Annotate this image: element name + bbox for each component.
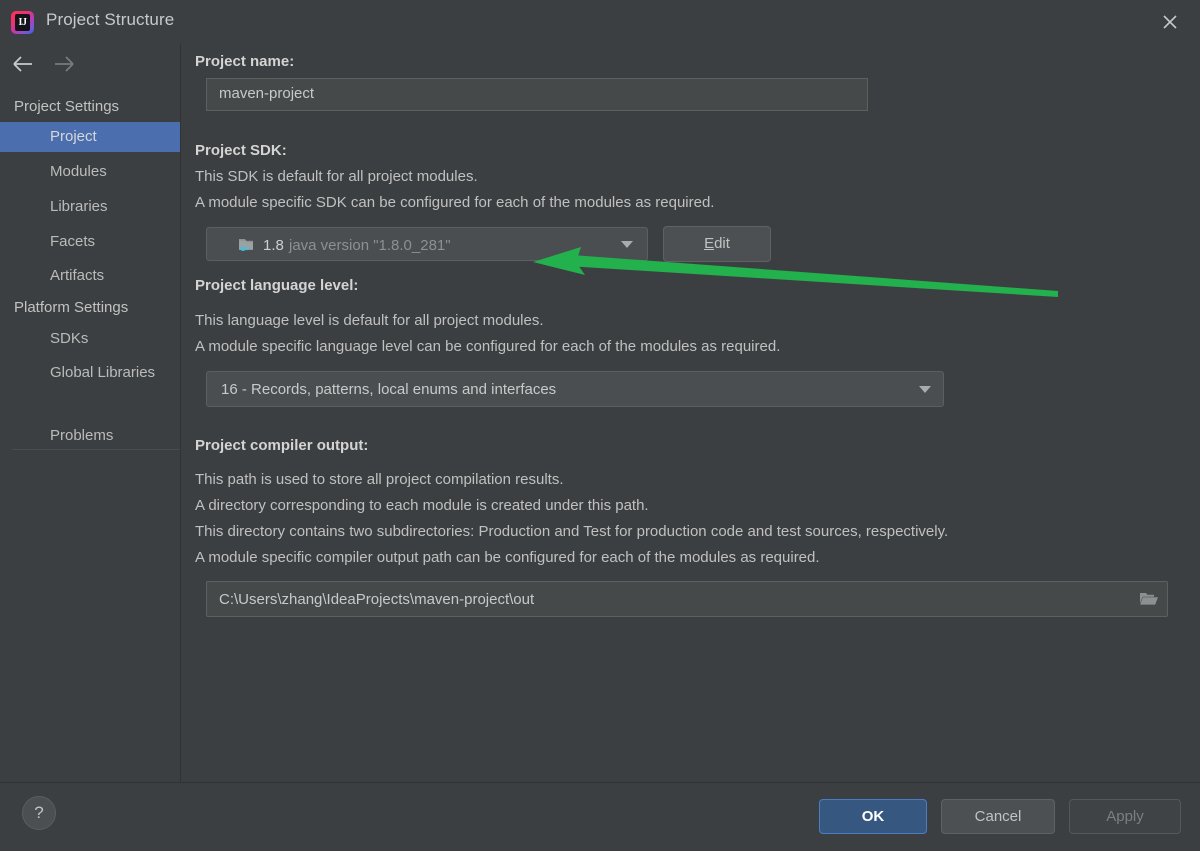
sidebar-item-label: Project: [50, 128, 97, 145]
close-icon[interactable]: [1154, 6, 1186, 38]
language-level-description-line-2: A module specific language level can be …: [195, 338, 781, 355]
project-compiler-output-label: Project compiler output:: [195, 437, 369, 454]
project-sdk-description-line-2: A module specific SDK can be configured …: [195, 194, 715, 211]
compiler-output-path-input[interactable]: C:\Users\zhang\IdeaProjects\maven-projec…: [206, 581, 1168, 617]
project-sdk-description-line-1: This SDK is default for all project modu…: [195, 168, 478, 185]
sidebar-item-label: Modules: [50, 163, 107, 180]
compiler-output-description-line-4: A module specific compiler output path c…: [195, 549, 820, 566]
project-sdk-detail: java version "1.8.0_281": [289, 236, 451, 254]
compiler-output-description-line-1: This path is used to store all project c…: [195, 471, 564, 488]
project-name-label: Project name:: [195, 53, 295, 70]
window-title: Project Structure: [46, 10, 175, 29]
project-sdk-combo[interactable]: 1.8 java version "1.8.0_281": [206, 227, 648, 261]
java-sdk-icon: [237, 236, 255, 254]
sidebar-item-label: SDKs: [50, 330, 89, 347]
chevron-down-icon: [621, 241, 633, 248]
settings-sidebar: Project Settings Project Modules Librari…: [0, 44, 181, 782]
sidebar-item-label: Facets: [50, 233, 96, 250]
sidebar-item-sdks[interactable]: SDKs: [0, 324, 180, 354]
sidebar-item-modules[interactable]: Modules: [0, 157, 180, 187]
project-settings-panel: Project name: maven-project Project SDK:…: [181, 44, 1200, 782]
sidebar-item-label: Problems: [50, 427, 114, 444]
edit-button-label: dit: [714, 235, 730, 252]
navigation-arrows: [0, 44, 180, 84]
compiler-output-description-line-3: This directory contains two subdirectori…: [195, 523, 949, 540]
arrow-right-icon[interactable]: [48, 52, 78, 76]
chevron-down-icon: [919, 386, 931, 393]
project-structure-dialog: IJ Project Structure Project Settings Pr…: [0, 0, 1200, 851]
sidebar-item-problems[interactable]: Problems: [0, 421, 180, 451]
title-bar: IJ Project Structure: [0, 0, 1200, 44]
sidebar-item-label: Global Libraries: [50, 364, 156, 381]
arrow-left-icon[interactable]: [9, 52, 39, 76]
project-name-input[interactable]: maven-project: [206, 78, 868, 111]
sidebar-item-label: Artifacts: [50, 267, 105, 284]
project-language-level-label: Project language level:: [195, 277, 359, 294]
sidebar-item-artifacts[interactable]: Artifacts: [0, 261, 180, 291]
sidebar-item-facets[interactable]: Facets: [0, 227, 180, 257]
intellij-idea-logo-icon: IJ: [11, 11, 34, 34]
folder-open-icon[interactable]: [1139, 590, 1159, 608]
logo-letters: IJ: [15, 14, 30, 31]
ok-button[interactable]: OK: [819, 799, 927, 834]
sidebar-item-libraries[interactable]: Libraries: [0, 192, 180, 222]
cancel-button[interactable]: Cancel: [941, 799, 1055, 834]
project-language-level-combo[interactable]: 16 - Records, patterns, local enums and …: [206, 371, 944, 407]
language-level-value: 16 - Records, patterns, local enums and …: [221, 380, 557, 398]
sidebar-item-global-libraries[interactable]: Global Libraries: [0, 358, 180, 388]
sidebar-item-label: Libraries: [50, 198, 108, 215]
project-sdk-label: Project SDK:: [195, 142, 287, 159]
apply-button[interactable]: Apply: [1069, 799, 1181, 834]
help-button[interactable]: ?: [22, 796, 56, 830]
edit-sdk-button[interactable]: Edit: [663, 226, 771, 262]
language-level-description-line-1: This language level is default for all p…: [195, 312, 544, 329]
sidebar-group-platform-settings: Platform Settings: [14, 299, 129, 316]
compiler-output-description-line-2: A directory corresponding to each module…: [195, 497, 649, 514]
dialog-footer: ? OK Cancel Apply: [0, 782, 1200, 851]
edit-button-mnemonic: E: [704, 235, 715, 252]
compiler-output-path-value: C:\Users\zhang\IdeaProjects\maven-projec…: [219, 590, 535, 608]
sidebar-group-project-settings: Project Settings: [14, 98, 120, 115]
sidebar-item-project[interactable]: Project: [0, 122, 180, 152]
project-sdk-version: 1.8: [263, 236, 284, 254]
